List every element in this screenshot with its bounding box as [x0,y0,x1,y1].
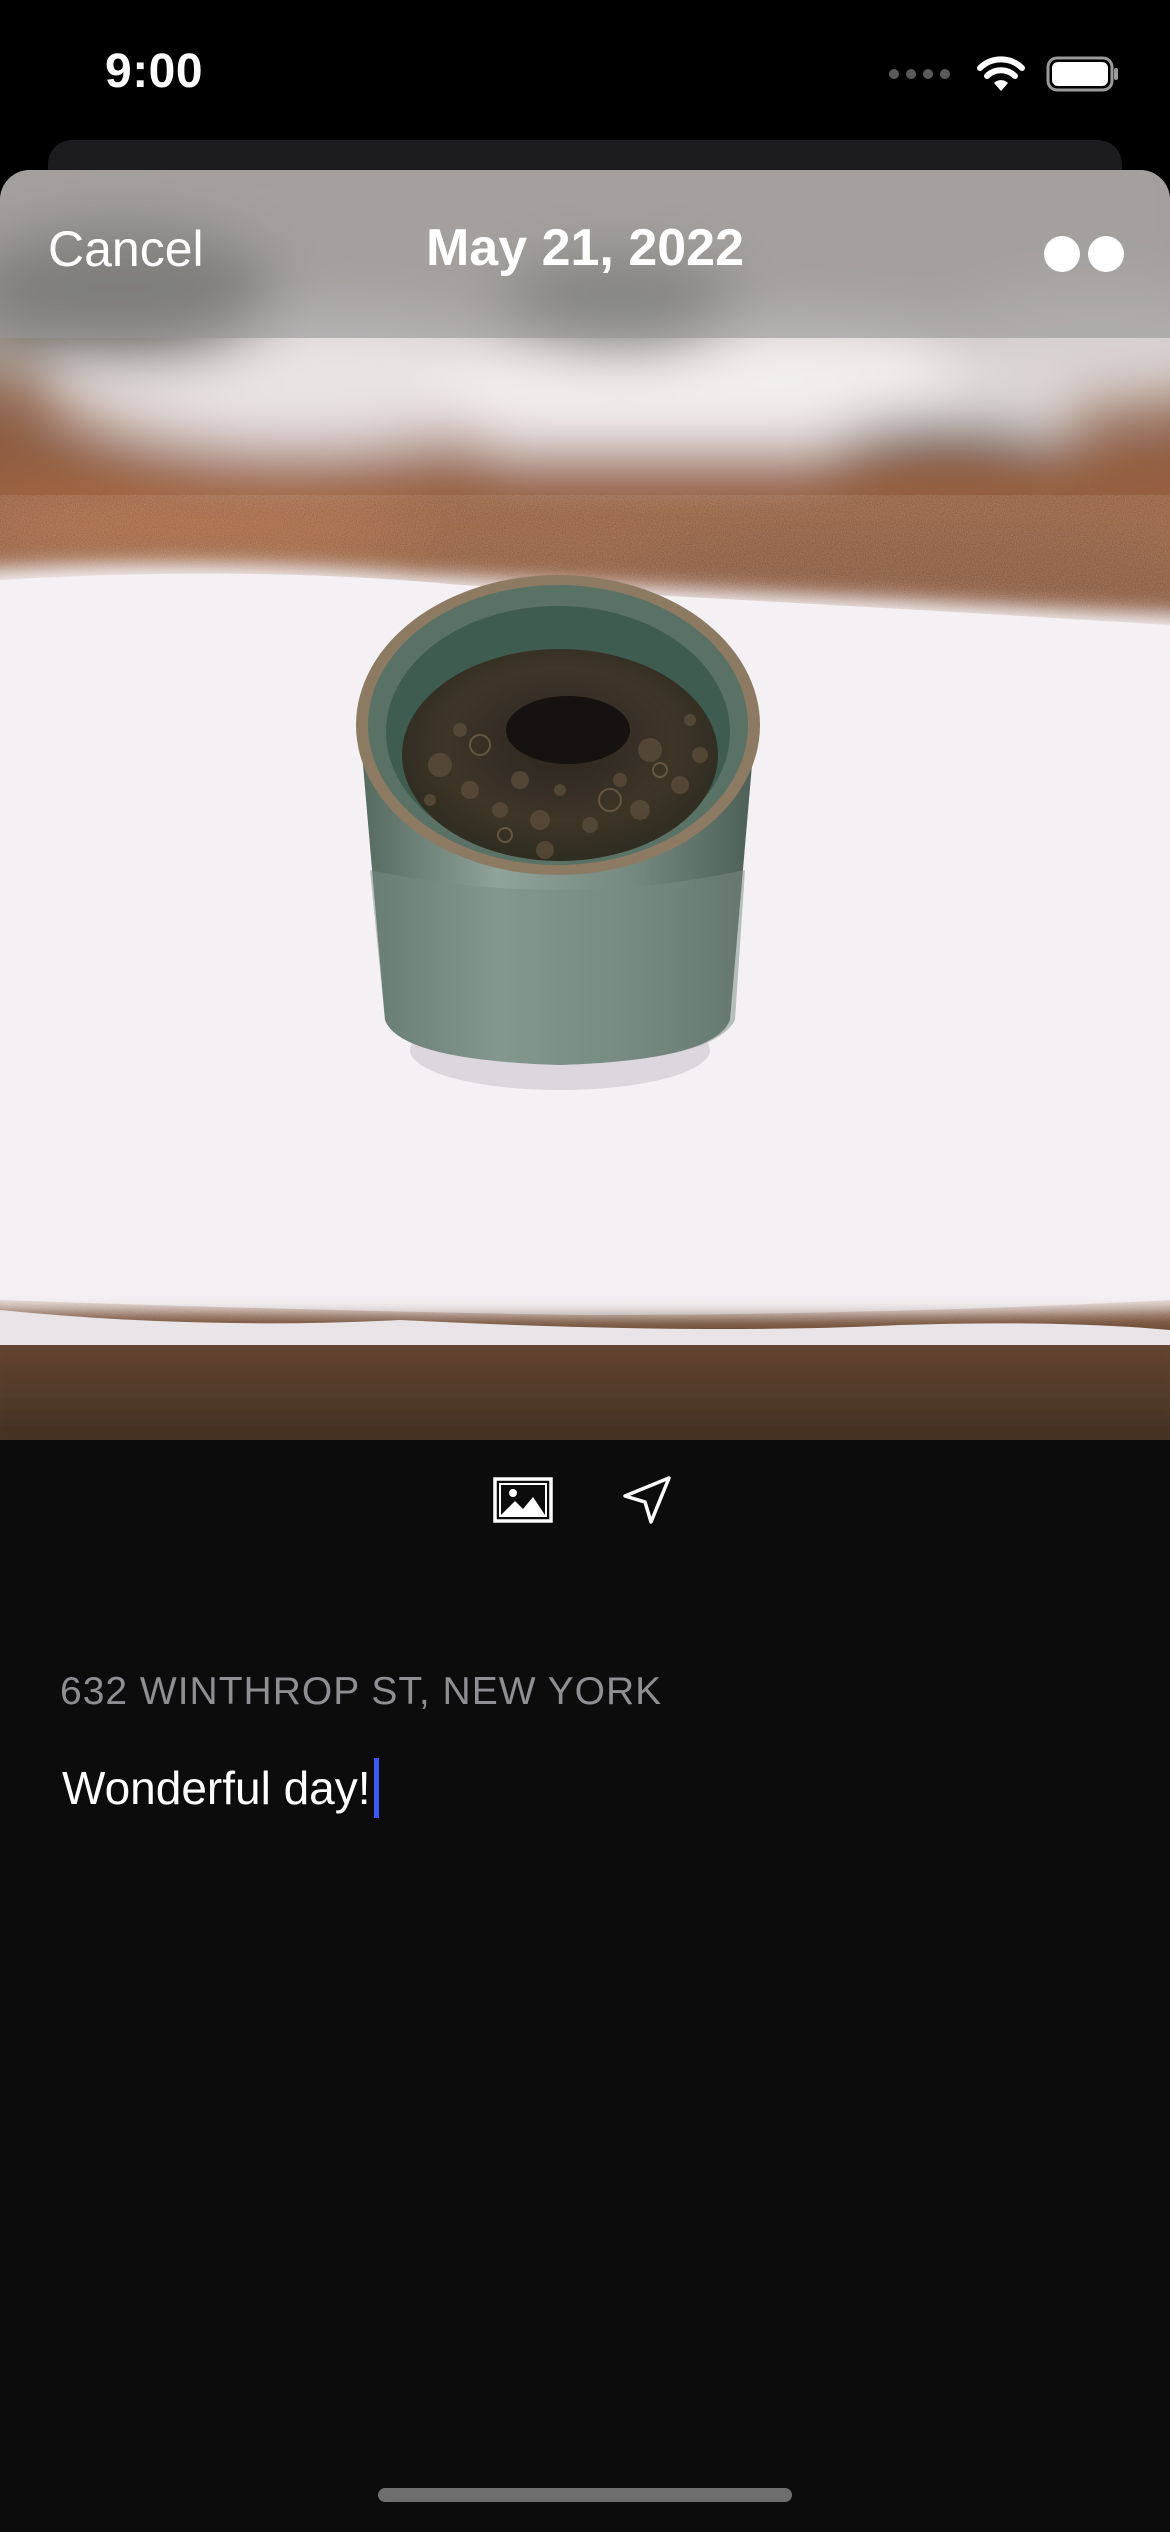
entry-sheet: Cancel May 21, 2022 632 WINTHROP ST, NEW… [0,170,1170,2532]
page-title[interactable]: May 21, 2022 [0,218,1170,278]
entry-text[interactable]: Wonderful day! [62,1761,371,1815]
home-indicator[interactable] [378,2488,792,2502]
entry-photo[interactable] [0,170,1170,1440]
more-dots-icon[interactable] [1044,236,1124,272]
entry-toolbar [0,1470,1170,1530]
location-arrow-icon[interactable] [617,1470,677,1530]
navigation-bar: Cancel May 21, 2022 [0,170,1170,338]
status-time: 9:00 [105,45,204,98]
entry-text-field[interactable]: Wonderful day! [62,1758,379,1818]
wifi-icon [977,56,1025,91]
cellular-signal-icon [889,69,950,79]
status-icons [889,52,1120,96]
location-label: 632 WINTHROP ST, NEW YORK [60,1670,663,1713]
status-bar: 9:00 [0,0,1170,140]
photo-icon[interactable] [493,1470,553,1530]
battery-icon [1046,56,1118,92]
text-cursor [373,1758,379,1818]
